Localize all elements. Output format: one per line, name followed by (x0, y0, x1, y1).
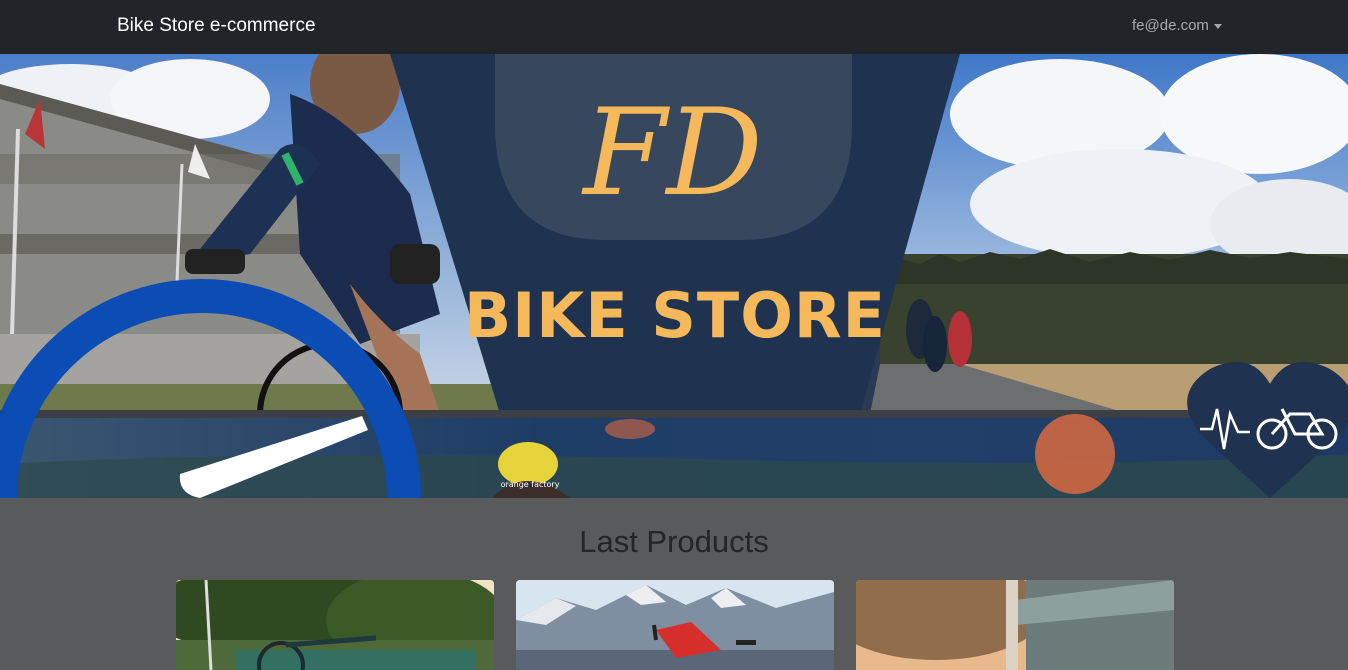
product-card-3[interactable] (856, 580, 1174, 670)
hero-banner: FD orange factory BIKE STORE (0, 54, 1348, 498)
brand-link[interactable]: Bike Store e-commerce (117, 15, 316, 37)
main-content: Last Products (0, 498, 1348, 670)
product-card-1[interactable] (176, 580, 494, 670)
navbar: Bike Store e-commerce fe@de.com (0, 0, 1348, 54)
section-title: Last Products (579, 524, 769, 559)
svg-text:orange factory: orange factory (501, 480, 560, 489)
product-image (856, 580, 1174, 670)
hero-artwork: FD orange factory (0, 54, 1348, 498)
user-dropdown[interactable]: fe@de.com (1132, 17, 1222, 34)
product-card-2[interactable] (516, 580, 834, 670)
fd-logo-text: FD (581, 84, 762, 223)
product-image (176, 580, 494, 670)
user-email: fe@de.com (1132, 17, 1209, 34)
product-image (516, 580, 834, 670)
hero-title: BIKE STORE (463, 279, 887, 352)
chevron-down-icon (1213, 23, 1222, 29)
